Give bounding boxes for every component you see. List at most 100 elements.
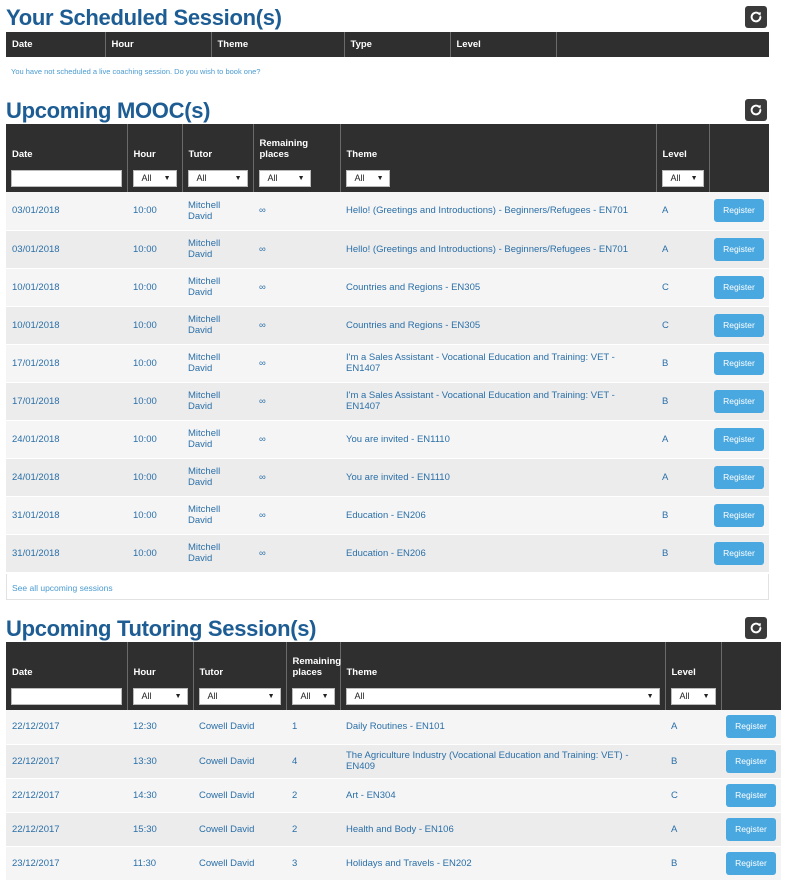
cell-hour: 10:00 — [127, 230, 182, 269]
cell-hour: 14:30 — [127, 778, 193, 813]
mooc-refresh-button[interactable] — [745, 99, 767, 121]
theme-filter-select[interactable]: All ▼ — [345, 169, 390, 187]
tutor-filter-select[interactable]: All ▼ — [187, 169, 248, 187]
cell-theme[interactable]: Hello! (Greetings and Introductions) - B… — [340, 192, 656, 231]
col-level[interactable]: Level — [665, 642, 722, 682]
places-filter-select[interactable]: All ▼ — [291, 687, 335, 705]
col-type[interactable]: Type — [344, 32, 451, 57]
register-button[interactable]: Register — [714, 237, 764, 261]
level-filter-select[interactable]: All ▼ — [670, 687, 716, 705]
cell-places: ∞ — [253, 458, 340, 497]
col-theme[interactable]: Theme — [340, 642, 666, 682]
cell-date: 03/01/2018 — [6, 230, 127, 269]
cell-places: ∞ — [253, 344, 340, 383]
col-hour[interactable]: Hour — [105, 32, 212, 57]
col-theme[interactable]: Theme — [340, 124, 657, 164]
cell-theme[interactable]: The Agriculture Industry (Vocational Edu… — [340, 744, 665, 779]
register-button[interactable]: Register — [714, 389, 764, 413]
register-button[interactable]: Register — [714, 503, 764, 527]
col-tutor[interactable]: Tutor — [182, 124, 254, 164]
cell-date: 23/12/2017 — [6, 846, 127, 881]
mooc-header-row: Date Hour Tutor Remaining places Theme L… — [6, 124, 769, 164]
table-row: 22/12/2017 12:30 Cowell David 1 Daily Routin… — [6, 710, 781, 745]
cell-theme[interactable]: Daily Routines - EN101 — [340, 710, 665, 745]
dropdown-arrow-icon: ▼ — [163, 174, 171, 182]
register-button[interactable]: Register — [714, 427, 764, 451]
see-all-sessions-link[interactable]: See all upcoming sessions — [12, 583, 113, 593]
cell-theme[interactable]: Art - EN304 — [340, 778, 665, 813]
cell-theme[interactable]: Education - EN206 — [340, 534, 656, 573]
book-session-notice[interactable]: You have not scheduled a live coaching s… — [11, 67, 260, 76]
cell-theme[interactable]: You are invited - EN1110 — [340, 420, 656, 459]
cell-theme[interactable]: Countries and Regions - EN305 — [340, 306, 656, 345]
table-row: 10/01/2018 10:00 Mitchell David ∞ Countries … — [6, 268, 769, 307]
cell-places: 2 — [286, 812, 340, 847]
cell-date: 03/01/2018 — [6, 192, 127, 231]
register-button[interactable]: Register — [714, 275, 764, 299]
hour-filter-select[interactable]: All ▼ — [132, 169, 177, 187]
col-remaining-places[interactable]: Remaining places — [286, 642, 341, 682]
col-remaining-places[interactable]: Remaining places — [253, 124, 341, 164]
table-row: 24/01/2018 10:00 Mitchell David ∞ You are in… — [6, 458, 769, 497]
dropdown-arrow-icon: ▼ — [174, 692, 182, 700]
register-button[interactable]: Register — [714, 199, 764, 223]
cell-theme[interactable]: You are invited - EN1110 — [340, 458, 656, 497]
cell-theme[interactable]: Holidays and Travels - EN202 — [340, 846, 665, 881]
register-button[interactable]: Register — [726, 851, 776, 875]
col-theme[interactable]: Theme — [211, 32, 345, 57]
mooc-filter-row: All ▼ All ▼ All ▼ All ▼ All ▼ — [6, 164, 769, 192]
cell-action: Register — [709, 534, 769, 573]
register-button[interactable]: Register — [726, 817, 776, 841]
cell-tutor: Cowell David — [193, 812, 286, 847]
register-button[interactable]: Register — [726, 715, 776, 739]
cell-tutor: Mitchell David — [182, 344, 253, 383]
cell-date: 22/12/2017 — [6, 744, 127, 779]
col-level[interactable]: Level — [656, 124, 710, 164]
register-button[interactable]: Register — [714, 313, 764, 337]
cell-hour: 15:30 — [127, 812, 193, 847]
col-date[interactable]: Date — [6, 642, 128, 682]
cell-action: Register — [721, 812, 781, 847]
cell-theme[interactable]: Hello! (Greetings and Introductions) - B… — [340, 230, 656, 269]
col-date[interactable]: Date — [6, 124, 128, 164]
cell-places: ∞ — [253, 230, 340, 269]
cell-level: B — [665, 846, 721, 881]
register-button[interactable]: Register — [714, 541, 764, 565]
table-row: 17/01/2018 10:00 Mitchell David ∞ I'm a Sale… — [6, 344, 769, 383]
cell-theme[interactable]: Countries and Regions - EN305 — [340, 268, 656, 307]
tutoring-header-row: Date Hour Tutor Remaining places Theme L… — [6, 642, 781, 682]
register-button[interactable]: Register — [726, 749, 776, 773]
register-button[interactable]: Register — [726, 783, 776, 807]
date-filter-input[interactable] — [11, 169, 122, 187]
date-filter-input[interactable] — [11, 687, 122, 705]
cell-tutor: Cowell David — [193, 846, 286, 881]
cell-tutor: Mitchell David — [182, 192, 253, 231]
cell-theme[interactable]: Education - EN206 — [340, 496, 656, 535]
col-date[interactable]: Date — [6, 32, 106, 57]
register-button[interactable]: Register — [714, 465, 764, 489]
cell-theme[interactable]: I'm a Sales Assistant - Vocational Educa… — [340, 344, 656, 383]
cell-theme[interactable]: Health and Body - EN106 — [340, 812, 665, 847]
col-hour[interactable]: Hour — [127, 124, 183, 164]
level-filter-select[interactable]: All ▼ — [661, 169, 704, 187]
col-level[interactable]: Level — [450, 32, 557, 57]
cell-action: Register — [709, 496, 769, 535]
table-row: 10/01/2018 10:00 Mitchell David ∞ Countries … — [6, 306, 769, 345]
tutor-filter-select[interactable]: All ▼ — [198, 687, 281, 705]
cell-places: ∞ — [253, 420, 340, 459]
cell-theme[interactable]: I'm a Sales Assistant - Vocational Educa… — [340, 382, 656, 421]
cell-date: 31/01/2018 — [6, 496, 127, 535]
places-filter-select[interactable]: All ▼ — [258, 169, 311, 187]
cell-hour: 10:00 — [127, 306, 182, 345]
col-tutor[interactable]: Tutor — [193, 642, 287, 682]
mooc-title: Upcoming MOOC(s) — [6, 98, 211, 123]
col-hour[interactable]: Hour — [127, 642, 194, 682]
cell-hour: 12:30 — [127, 710, 193, 745]
hour-filter-select[interactable]: All ▼ — [132, 687, 188, 705]
theme-filter-select[interactable]: All ▼ — [345, 687, 660, 705]
tutoring-refresh-button[interactable] — [745, 617, 767, 639]
dropdown-arrow-icon: ▼ — [376, 174, 384, 182]
scheduled-refresh-button[interactable] — [745, 6, 767, 28]
register-button[interactable]: Register — [714, 351, 764, 375]
cell-date: 17/01/2018 — [6, 344, 127, 383]
